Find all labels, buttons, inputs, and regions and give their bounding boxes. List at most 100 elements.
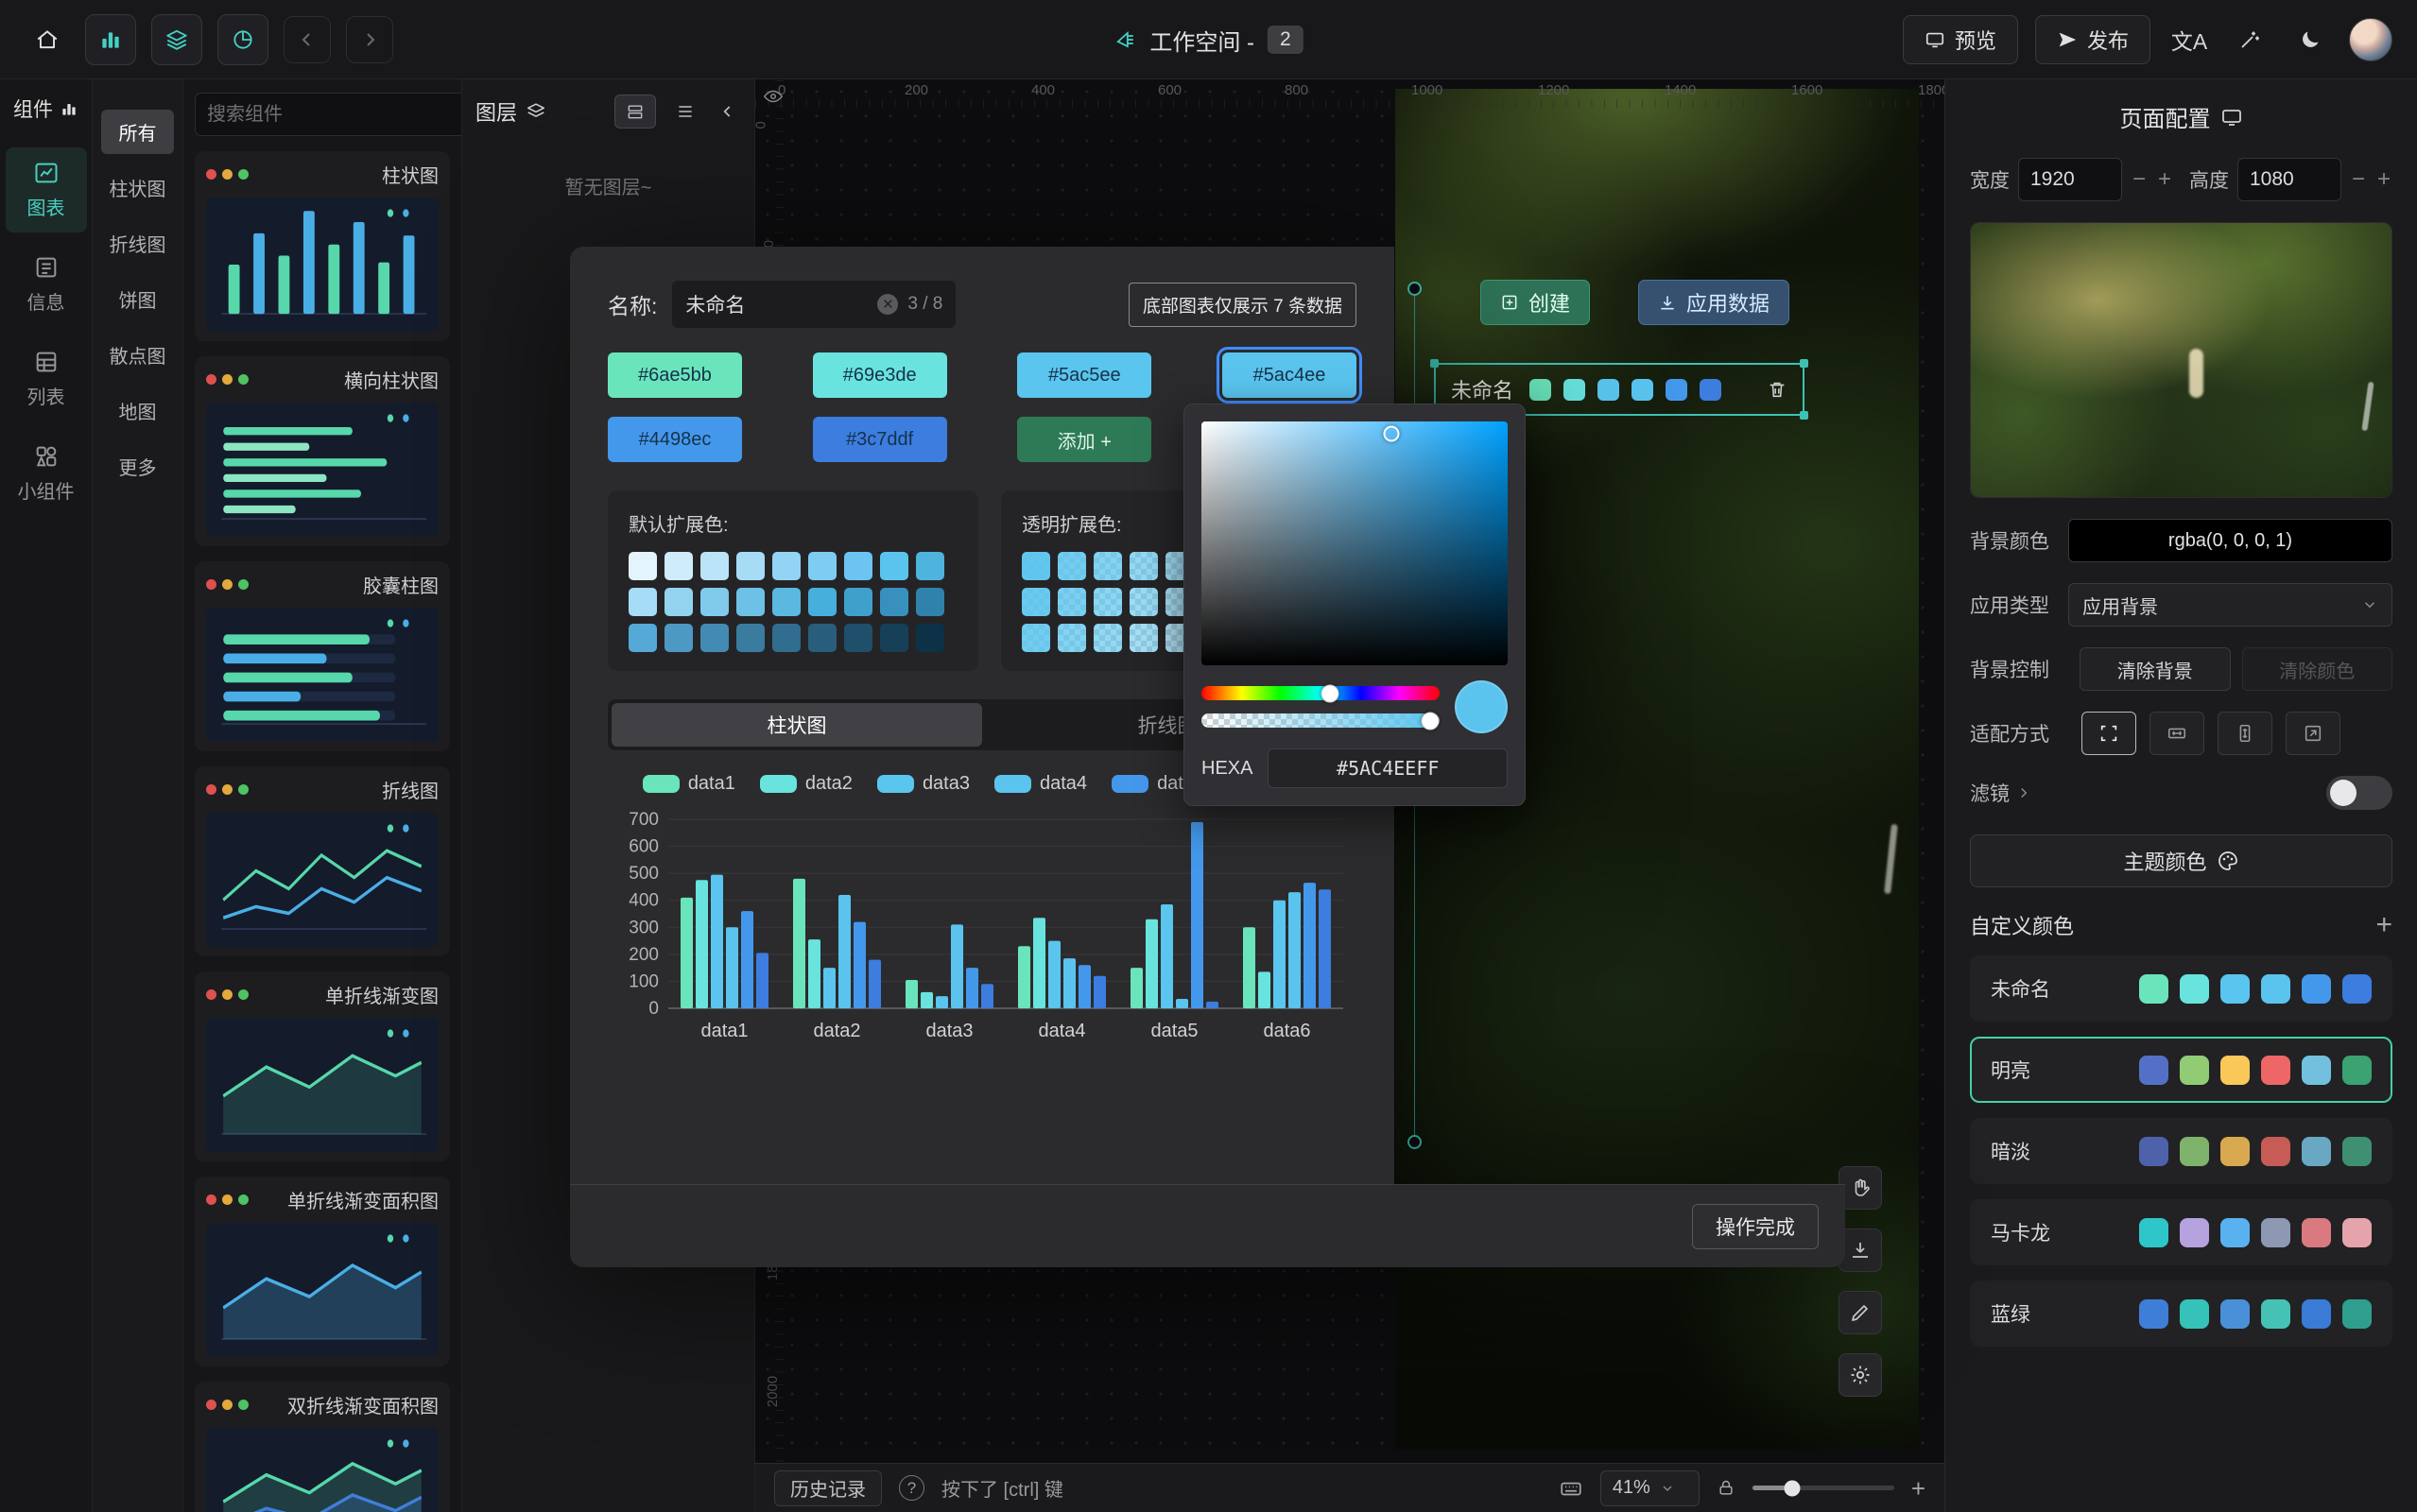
zoom-slider[interactable] — [1752, 1486, 1894, 1490]
category-item[interactable]: 更多 — [101, 444, 174, 489]
width-plus-button[interactable]: + — [2156, 166, 2173, 193]
extended-color-swatch[interactable] — [665, 588, 693, 616]
width-input[interactable]: 1920 — [2018, 158, 2122, 201]
extended-color-swatch[interactable] — [665, 624, 693, 652]
extended-color-swatch[interactable] — [844, 588, 872, 616]
legend-item[interactable]: data4 — [994, 773, 1087, 795]
filter-toggle[interactable] — [2326, 776, 2392, 810]
theme-color-button[interactable]: 主题颜色 — [1970, 834, 2392, 887]
layers-list-view-button[interactable] — [665, 94, 706, 129]
forward-button[interactable] — [346, 16, 393, 63]
theme-preset-暗淡[interactable]: 暗淡 — [1970, 1118, 2392, 1184]
saturation-area[interactable] — [1201, 421, 1508, 665]
category-item[interactable]: 地图 — [101, 388, 174, 433]
chevron-right-icon[interactable] — [2015, 784, 2032, 801]
color-chip[interactable]: #6ae5bb — [608, 352, 742, 398]
sidebar-item-widget[interactable]: 小组件 — [6, 431, 87, 516]
category-item[interactable]: 折线图 — [101, 221, 174, 266]
component-card-bar[interactable]: 柱状图 — [195, 151, 450, 341]
dark-mode-button[interactable] — [2288, 18, 2332, 61]
language-button[interactable]: 文A — [2167, 18, 2211, 61]
zoom-lock-icon[interactable] — [1717, 1479, 1735, 1498]
extended-color-swatch[interactable] — [916, 624, 944, 652]
transparent-color-swatch[interactable] — [1022, 588, 1050, 616]
transparent-color-swatch[interactable] — [1094, 624, 1122, 652]
avatar[interactable] — [2349, 18, 2392, 61]
component-card-capsule[interactable]: 胶囊柱图 — [195, 561, 450, 751]
extended-color-swatch[interactable] — [844, 552, 872, 580]
component-card-area[interactable]: 单折线渐变面积图 — [195, 1177, 450, 1366]
zoom-slider-knob[interactable] — [1784, 1480, 1800, 1496]
category-item[interactable]: 所有 — [101, 110, 174, 154]
extended-color-swatch[interactable] — [844, 624, 872, 652]
transparent-color-swatch[interactable] — [1094, 552, 1122, 580]
extended-color-swatch[interactable] — [629, 624, 657, 652]
tools-button[interactable] — [2228, 18, 2271, 61]
fit-screen-button[interactable] — [2081, 712, 2136, 755]
transparent-color-swatch[interactable] — [1130, 552, 1158, 580]
preview-button[interactable]: 预览 — [1903, 15, 2018, 64]
background-image-preview[interactable] — [1970, 222, 2392, 498]
clear-color-button[interactable]: 清除颜色 — [2242, 647, 2393, 691]
app-type-select[interactable]: 应用背景 — [2068, 583, 2392, 627]
stretch-fit-button[interactable] — [2286, 712, 2340, 755]
pie-mode-button[interactable] — [217, 14, 268, 65]
height-minus-button[interactable]: − — [2350, 166, 2367, 193]
extended-color-swatch[interactable] — [916, 588, 944, 616]
transparent-color-swatch[interactable] — [1022, 624, 1050, 652]
collapse-layers-button[interactable] — [715, 94, 741, 129]
legend-item[interactable]: data2 — [760, 773, 853, 795]
legend-item[interactable]: data3 — [877, 773, 970, 795]
legend-item[interactable]: data1 — [643, 773, 735, 795]
height-plus-button[interactable]: + — [2375, 166, 2392, 193]
extended-color-swatch[interactable] — [808, 588, 837, 616]
category-item[interactable]: 柱状图 — [101, 165, 174, 210]
shortcut-keyboard-button[interactable] — [1559, 1476, 1583, 1501]
color-chip[interactable]: #3c7ddf — [813, 417, 947, 462]
extended-color-swatch[interactable] — [665, 552, 693, 580]
transparent-color-swatch[interactable] — [1130, 588, 1158, 616]
clear-background-button[interactable]: 清除背景 — [2080, 647, 2231, 691]
extended-color-swatch[interactable] — [880, 624, 908, 652]
fit-width-button[interactable] — [2149, 712, 2204, 755]
edit-button[interactable] — [1839, 1291, 1882, 1334]
component-card-hbar[interactable]: 横向柱状图 — [195, 356, 450, 546]
layers-mode-button[interactable] — [151, 14, 202, 65]
add-custom-color-button[interactable]: + — [2375, 911, 2392, 939]
transparent-color-swatch[interactable] — [1022, 552, 1050, 580]
extended-color-swatch[interactable] — [700, 588, 729, 616]
component-card-line[interactable]: 折线图 — [195, 766, 450, 956]
extended-color-swatch[interactable] — [772, 588, 801, 616]
extended-color-swatch[interactable] — [808, 552, 837, 580]
color-chip[interactable]: #69e3de — [813, 352, 947, 398]
transparent-color-swatch[interactable] — [1058, 624, 1086, 652]
hue-slider[interactable] — [1201, 686, 1440, 700]
color-chip[interactable]: #5ac4ee — [1222, 352, 1356, 398]
back-button[interactable] — [284, 16, 331, 63]
layers-thumb-view-button[interactable] — [614, 94, 656, 129]
theme-preset-马卡龙[interactable]: 马卡龙 — [1970, 1199, 2392, 1265]
zoom-in-button[interactable]: + — [1911, 1476, 1925, 1501]
theme-preset-未命名[interactable]: 未命名 — [1970, 955, 2392, 1022]
extended-color-swatch[interactable] — [880, 588, 908, 616]
transparent-color-swatch[interactable] — [1130, 624, 1158, 652]
category-item[interactable]: 饼图 — [101, 277, 174, 321]
hex-input[interactable] — [1268, 748, 1508, 788]
home-button[interactable] — [25, 17, 70, 62]
sidebar-item-chart[interactable]: 图表 — [6, 147, 87, 232]
extended-color-swatch[interactable] — [916, 552, 944, 580]
search-input[interactable] — [207, 104, 458, 126]
zoom-select[interactable]: 41% — [1600, 1470, 1700, 1506]
height-input[interactable]: 1080 — [2237, 158, 2341, 201]
name-input[interactable] — [685, 293, 868, 316]
extended-color-swatch[interactable] — [700, 552, 729, 580]
extended-color-swatch[interactable] — [772, 552, 801, 580]
hue-slider-thumb[interactable] — [1321, 684, 1339, 702]
eye-icon[interactable] — [763, 86, 784, 107]
extended-color-swatch[interactable] — [736, 552, 765, 580]
saturation-cursor[interactable] — [1383, 425, 1399, 441]
help-button[interactable]: ? — [899, 1475, 924, 1501]
transparent-color-swatch[interactable] — [1058, 588, 1086, 616]
color-chip[interactable]: #5ac5ee — [1017, 352, 1151, 398]
component-card-area2[interactable]: 双折线渐变面积图 — [195, 1382, 450, 1512]
